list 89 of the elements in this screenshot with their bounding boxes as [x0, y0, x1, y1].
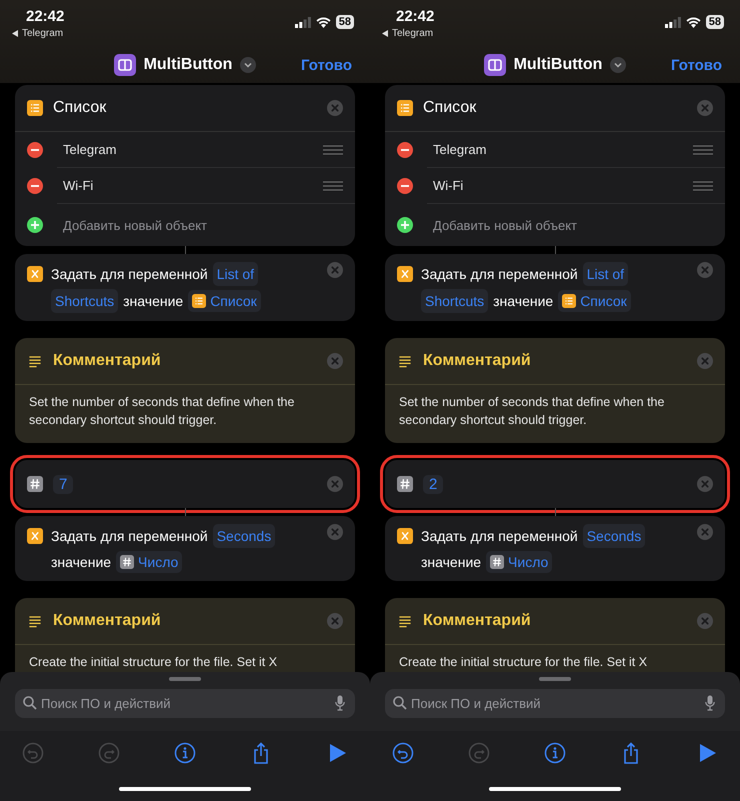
battery-level: 58	[336, 15, 354, 29]
action-text: Задать для переменной	[51, 265, 208, 284]
back-link[interactable]: Telegram	[22, 28, 64, 39]
comment-title: Комментарий	[53, 612, 162, 630]
number-icon	[397, 476, 413, 492]
comment-text: Create the initial structure for the file. Set it X	[29, 654, 278, 671]
action-title: Список	[53, 99, 108, 117]
sheet-grabber[interactable]	[539, 677, 571, 681]
variable-icon	[27, 528, 43, 544]
add-item-button[interactable]: Добавить новый объект	[433, 218, 713, 232]
wifi-icon	[316, 16, 331, 28]
remove-icon[interactable]	[27, 178, 43, 194]
chevron-down-icon[interactable]	[610, 56, 626, 73]
sheet-grabber[interactable]	[169, 677, 201, 681]
variable-token[interactable]: Seconds	[212, 524, 276, 548]
comment-title: Комментарий	[423, 612, 532, 630]
search-icon	[393, 696, 407, 710]
drag-handle-icon[interactable]	[693, 180, 713, 190]
done-button[interactable]: Готово	[670, 57, 722, 74]
variable-icon	[397, 266, 413, 282]
action-text: Задать для переменной	[51, 527, 208, 546]
shortcut-title: MultiButton	[514, 56, 602, 74]
search-field[interactable]: Поиск ПО и действий	[385, 689, 725, 718]
done-button[interactable]: Готово	[300, 57, 352, 74]
wifi-icon	[686, 16, 701, 28]
variable-token[interactable]: List of	[212, 262, 258, 286]
list-item-text: Wi-Fi	[433, 178, 464, 193]
shortcut-title: MultiButton	[144, 56, 232, 74]
add-item-button[interactable]: Добавить новый объект	[63, 218, 343, 232]
variable-token[interactable]: Число	[116, 551, 182, 573]
undo-button[interactable]	[392, 742, 414, 764]
list-icon	[397, 100, 413, 116]
shortcut-icon	[484, 54, 506, 76]
variable-icon	[27, 266, 43, 282]
variable-token[interactable]: List of	[582, 262, 628, 286]
list-item-text: Telegram	[433, 142, 488, 157]
comment-title: Комментарий	[53, 352, 162, 370]
back-link[interactable]: Telegram	[392, 28, 434, 39]
list-item-text: Telegram	[63, 142, 118, 157]
list-item-text: Wi-Fi	[63, 178, 94, 193]
microphone-icon[interactable]	[705, 695, 715, 711]
add-icon[interactable]	[397, 217, 413, 233]
info-button[interactable]	[174, 742, 196, 764]
number-value[interactable]: 2	[423, 474, 444, 494]
microphone-icon[interactable]	[335, 695, 345, 711]
action-text: Задать для переменной	[421, 265, 578, 284]
action-text: значение	[51, 553, 112, 572]
comment-title: Комментарий	[423, 352, 532, 370]
variable-token[interactable]: Список	[558, 290, 631, 312]
action-text: значение	[123, 292, 184, 311]
variable-token[interactable]: Seconds	[582, 524, 646, 548]
variable-token[interactable]: Shortcuts	[421, 289, 488, 313]
search-icon	[23, 696, 37, 710]
status-time: 22:42	[25, 8, 64, 25]
variable-token[interactable]: Число	[486, 551, 552, 573]
signal-icon	[664, 16, 681, 28]
number-icon	[490, 555, 504, 569]
action-text: значение	[421, 553, 482, 572]
drag-handle-icon[interactable]	[323, 180, 343, 190]
shortcut-icon	[114, 54, 136, 76]
search-field[interactable]: Поиск ПО и действий	[15, 689, 355, 718]
comment-text: Create the initial structure for the file. Set it X	[399, 654, 648, 671]
drag-handle-icon[interactable]	[693, 144, 713, 154]
list-icon	[192, 294, 206, 308]
action-text: Задать для переменной	[421, 527, 578, 546]
variable-token[interactable]: Shortcuts	[51, 289, 118, 313]
number-icon	[27, 476, 43, 492]
back-icon[interactable]	[12, 30, 19, 37]
remove-icon[interactable]	[27, 142, 43, 158]
status-time: 22:42	[395, 8, 434, 25]
signal-icon	[294, 16, 311, 28]
remove-icon[interactable]	[397, 142, 413, 158]
number-icon	[120, 555, 134, 569]
variable-icon	[397, 528, 413, 544]
add-icon[interactable]	[27, 217, 43, 233]
remove-icon[interactable]	[397, 178, 413, 194]
info-button[interactable]	[544, 742, 566, 764]
number-value[interactable]: 7	[53, 474, 74, 494]
list-icon	[562, 294, 576, 308]
variable-token[interactable]: Список	[188, 290, 261, 312]
action-text: значение	[493, 292, 554, 311]
list-icon	[27, 100, 43, 116]
drag-handle-icon[interactable]	[323, 144, 343, 154]
comment-text: Set the number of seconds that define when the secondary shortcut should trigger.	[29, 394, 296, 429]
back-icon[interactable]	[382, 30, 389, 37]
chevron-down-icon[interactable]	[240, 56, 256, 73]
battery-level: 58	[706, 15, 724, 29]
action-title: Список	[423, 99, 478, 117]
comment-text: Set the number of seconds that define when the secondary shortcut should trigger.	[399, 394, 666, 429]
